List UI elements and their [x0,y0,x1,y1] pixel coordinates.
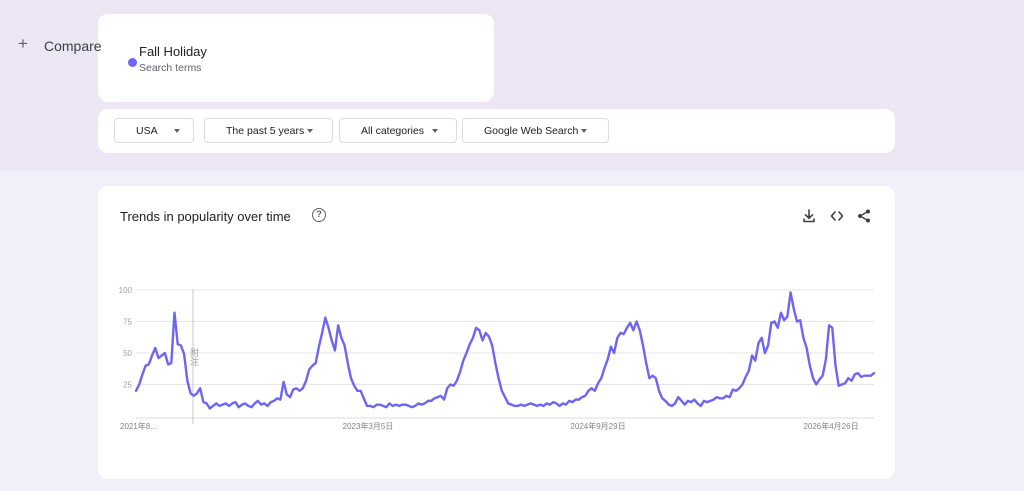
series-line[interactable] [134,291,876,410]
y-tick-label: 100 [119,286,133,295]
interest-over-time-card: Trends in popularity over time ? 25 50 75 1… [98,186,895,479]
y-tick-label: 75 [123,318,132,327]
y-tick-label: 50 [123,349,132,358]
search-term-card[interactable]: Fall Holiday Search terms [98,14,494,102]
caret-down-icon [174,129,180,133]
note-marker-label[interactable]: 附注 [189,347,199,366]
search-term-subtitle: Search terms [139,62,202,74]
caret-down-icon [581,129,587,133]
search-type-dropdown[interactable]: Google Web Search [462,118,609,143]
plus-icon: + [18,34,28,53]
category-dropdown[interactable]: All categories [339,118,457,143]
caret-down-icon [432,129,438,133]
region-dropdown[interactable]: USA [114,118,194,143]
category-dropdown-label: All categories [361,125,425,137]
x-tick-label: 2021年8... [120,421,157,431]
time-range-dropdown-label: The past 5 years [226,125,305,137]
x-tick-label: 2023年3月5日 [343,421,394,431]
series-color-dot [128,58,137,67]
compare-label: Compare [44,38,102,54]
line-chart: 25 50 75 100 2021年8... 2023年3月5日 2024年9月29日 202… [119,286,876,431]
time-range-dropdown[interactable]: The past 5 years [204,118,333,143]
x-tick-label: 2024年9月29日 [570,421,625,431]
region-dropdown-label: USA [136,125,158,137]
search-type-dropdown-label: Google Web Search [484,125,579,137]
search-term-name[interactable]: Fall Holiday [139,44,207,59]
y-tick-label: 25 [123,381,132,390]
x-tick-label: 2026年4月26日 [803,421,858,431]
caret-down-icon [307,129,313,133]
filter-bar: USA The past 5 years All categories Goog… [98,109,895,153]
